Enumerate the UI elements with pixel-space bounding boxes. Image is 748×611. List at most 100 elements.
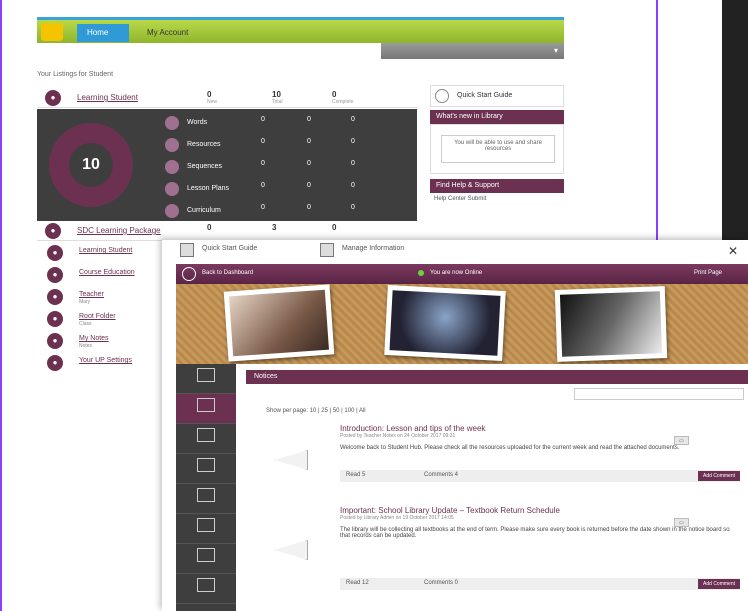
sidebar-item-folder[interactable]	[176, 514, 236, 544]
listing-row[interactable]: ● Learning Student 0 New 10 Total 0 Complet…	[37, 88, 417, 108]
back-label[interactable]: Back to Dashboard	[202, 270, 253, 276]
tab-my-account[interactable]: My Account	[137, 24, 217, 42]
notice-footer: Read 5 Comments 4 Add Comment	[340, 470, 740, 482]
list-item[interactable]: ● Teacher Mary	[37, 287, 162, 307]
detail-row[interactable]: Words 0 0 0	[165, 115, 415, 133]
listing-detail-panel: 10 Words 0 0 0 Resources 0 0 0 Sequences…	[37, 109, 417, 221]
info-icon	[435, 89, 449, 103]
notice-footer: Read 12 Comments 0 Add Comment	[340, 578, 740, 590]
edit-button[interactable]: ▭	[674, 518, 689, 527]
notice-arrow-icon	[274, 450, 308, 470]
quick-start-widget[interactable]: Quick Start Guide	[430, 85, 564, 107]
sidebar-item-people[interactable]	[176, 544, 236, 574]
list-item[interactable]: ● My Notes Notes	[37, 331, 162, 351]
people-icon	[197, 548, 215, 562]
list-item[interactable]: ● Course Education	[37, 265, 162, 285]
banner-photo	[223, 284, 335, 362]
detail-value: 0	[351, 160, 355, 167]
sidebar-item-settings[interactable]	[176, 574, 236, 604]
stat-total: 3	[272, 223, 277, 232]
notices-header: Notices	[246, 370, 748, 384]
manage-icon[interactable]	[320, 243, 334, 257]
stat-new: 0 New	[207, 90, 218, 105]
notice-title[interactable]: Introduction: Lesson and tips of the wee…	[340, 424, 740, 433]
quick-start-icon[interactable]	[180, 243, 194, 257]
detail-value: 0	[307, 116, 311, 123]
stat-complete: 0	[332, 223, 337, 232]
detail-value: 0	[351, 116, 355, 123]
online-status-icon	[418, 270, 424, 276]
logo	[41, 23, 63, 41]
search-bar[interactable]: ▾	[381, 43, 564, 59]
photo-banner	[176, 284, 748, 364]
notice-title[interactable]: Important: School Library Update – Textb…	[340, 506, 740, 515]
detail-row[interactable]: Curriculum 0 0 0	[165, 203, 415, 221]
tab-home[interactable]: Home	[77, 24, 129, 42]
print-button[interactable]: Print Page	[694, 270, 722, 276]
add-comment-button[interactable]: Add Comment	[698, 471, 740, 481]
list-label[interactable]: Course Education	[79, 269, 135, 276]
list-sub: Notes	[79, 343, 93, 349]
sidebar-item-calendar[interactable]	[176, 424, 236, 454]
add-comment-button[interactable]: Add Comment	[698, 579, 740, 589]
list-label[interactable]: Teacher	[79, 291, 104, 298]
detail-value: 0	[307, 138, 311, 145]
comment-count[interactable]: Comments 4	[424, 472, 458, 478]
announce-header: What's new in Library	[430, 110, 564, 124]
list-label[interactable]: Learning Student	[79, 247, 132, 254]
calendar-icon	[197, 428, 215, 442]
toolbar-label[interactable]: Manage Information	[342, 245, 404, 252]
stat-new: 0	[207, 223, 212, 232]
detail-label: Sequences	[187, 163, 223, 170]
comment-count[interactable]: Comments 0	[424, 580, 458, 586]
list-item[interactable]: ● Root Folder Class	[37, 309, 162, 329]
listing-label[interactable]: SDC Learning Package	[77, 226, 161, 235]
detail-row[interactable]: Resources 0 0 0	[165, 137, 415, 155]
detail-value: 0	[307, 160, 311, 167]
breadcrumb: Your Listings for Student	[37, 71, 114, 78]
list-item[interactable]: ● Learning Student	[37, 243, 162, 263]
list-item[interactable]: ● Your UP Settings	[37, 353, 162, 373]
toolbar-label[interactable]: Quick Start Guide	[202, 245, 257, 252]
listing-icon: ●	[45, 223, 61, 239]
list-icon: ●	[47, 355, 63, 371]
detail-value: 0	[261, 138, 265, 145]
list-sub: Class	[79, 321, 92, 327]
page-size-filter[interactable]: Show per page: 10 | 25 | 50 | 100 | All	[266, 408, 366, 414]
stat-complete: 0 Complete	[332, 90, 354, 105]
resources-icon	[165, 138, 179, 152]
files-icon	[197, 488, 215, 502]
list-label[interactable]: Root Folder	[79, 313, 116, 320]
edit-button[interactable]: ▭	[674, 436, 689, 445]
stat-total: 10 Total	[272, 90, 283, 105]
sidebar-item-notices[interactable]	[176, 394, 236, 424]
detail-value: 0	[261, 204, 265, 211]
sidebar-item-messages[interactable]	[176, 454, 236, 484]
sidebar-item-files[interactable]	[176, 484, 236, 514]
list-icon: ●	[47, 245, 63, 261]
close-icon[interactable]: ✕	[728, 244, 738, 258]
sidebar-item-home[interactable]	[176, 364, 236, 394]
list-label[interactable]: My Notes	[79, 335, 109, 342]
online-status: You are now Online	[430, 270, 483, 276]
detail-value: 0	[261, 182, 265, 189]
detail-value: 0	[351, 182, 355, 189]
back-icon[interactable]	[182, 267, 196, 281]
overlay-header: Back to Dashboard You are now Online Pri…	[176, 264, 748, 284]
listing-row[interactable]: ● SDC Learning Package 0 3 0	[37, 221, 417, 241]
detail-row[interactable]: Sequences 0 0 0	[165, 159, 415, 177]
help-link[interactable]: Help Center Submit	[434, 196, 486, 202]
help-header: Find Help & Support	[430, 179, 564, 193]
detail-row[interactable]: Lesson Plans 0 0 0	[165, 181, 415, 199]
search-input[interactable]	[574, 388, 744, 400]
detail-label: Resources	[187, 141, 221, 148]
overlay-sidebar	[176, 364, 236, 611]
donut-center-value: 10	[69, 143, 113, 187]
curriculum-icon	[165, 204, 179, 218]
listing-label[interactable]: Learning Student	[77, 93, 138, 102]
quick-start-label: Quick Start Guide	[457, 92, 513, 99]
list-label[interactable]: Your UP Settings	[79, 357, 132, 364]
sequences-icon	[165, 160, 179, 174]
read-count: Read 5	[346, 472, 366, 478]
list-icon: ●	[47, 333, 63, 349]
